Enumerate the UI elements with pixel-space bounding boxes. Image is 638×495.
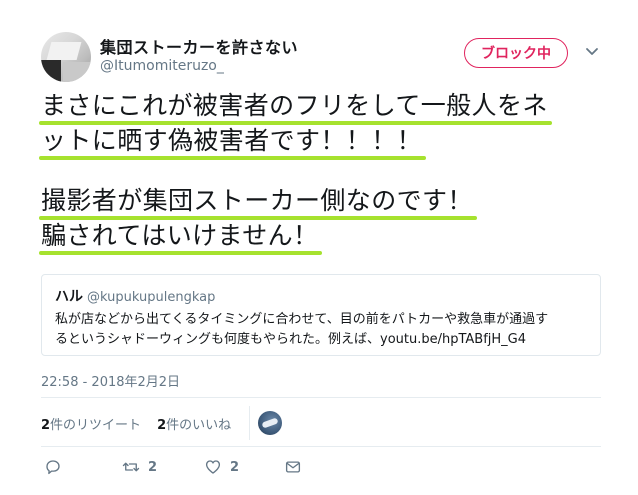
tweet-stats: 2件のリツイート 2件のいいね: [41, 414, 231, 433]
direct-message-button[interactable]: [284, 458, 302, 476]
like-count: 2: [230, 459, 240, 475]
tweet-actions: 2 2: [44, 458, 604, 480]
divider: [41, 397, 601, 398]
reply-button[interactable]: [44, 458, 62, 476]
like-stat[interactable]: 2件のいいね: [157, 418, 231, 433]
reply-icon: [46, 460, 60, 475]
quoted-tweet-handle: @kupukupulengkap: [87, 290, 216, 305]
mail-icon: [285, 461, 301, 473]
like-stat-count: 2: [157, 418, 167, 433]
chevron-down-icon[interactable]: [584, 44, 600, 60]
divider: [41, 446, 601, 447]
tweet-timestamp[interactable]: 22:58 - 2018年2月2日: [41, 371, 180, 390]
tweet-line: 騙されてはいけません！: [38, 218, 323, 255]
blocked-button-label: ブロック中: [481, 46, 551, 62]
user-handle[interactable]: @Itumomiteruzo_: [100, 58, 224, 74]
liker-avatar[interactable]: [258, 411, 282, 435]
retweet-stat-label: 件のリツイート: [50, 418, 142, 433]
tweet-line: ットに晒す偽被害者です！！！！: [38, 123, 427, 160]
tweet-line: 撮影者が集団ストーカー側なのです！: [39, 183, 477, 220]
tweet-line: まさにこれが被害者のフリをして一般人をネ: [39, 88, 552, 125]
user-avatar[interactable]: [41, 32, 91, 82]
heart-icon: [205, 460, 221, 474]
quoted-tweet-line: 私が店などから出てくるタイミングに合わせて、目の前をパトカーや救急車が通過す: [55, 312, 549, 327]
retweet-count: 2: [148, 459, 158, 475]
like-stat-label: 件のいいね: [166, 418, 232, 433]
like-button[interactable]: 2: [204, 458, 239, 476]
divider: [249, 406, 250, 440]
user-display-name[interactable]: 集団ストーカーを許さない: [100, 34, 298, 58]
quoted-tweet[interactable]: ハル @kupukupulengkap 私が店などから出てくるタイミングに合わせて…: [41, 274, 601, 356]
blocked-button[interactable]: ブロック中: [464, 38, 568, 68]
tweet-text: まさにこれが被害者のフリをして一般人をネ ットに晒す偽被害者です！！！！ 撮影者…: [38, 88, 631, 255]
quoted-tweet-line: るというシャドーウィングも何度もやられた。例えば、youtu.be/hpTABf…: [55, 332, 527, 347]
retweet-stat-count: 2: [41, 418, 51, 433]
retweet-icon: [122, 462, 140, 472]
retweet-stat[interactable]: 2件のリツイート: [41, 418, 141, 433]
quoted-tweet-name: ハル: [55, 289, 83, 305]
quoted-tweet-body: 私が店などから出てくるタイミングに合わせて、目の前をパトカーや救急車が通過す る…: [55, 310, 587, 350]
retweet-button[interactable]: 2: [122, 458, 157, 476]
